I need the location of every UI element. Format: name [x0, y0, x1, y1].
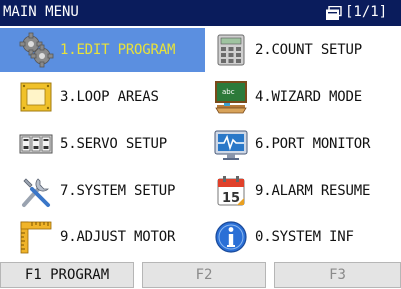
menu-item-label: 9.ALARM RESUME	[255, 183, 371, 199]
menu-item-label: 5.SERVO SETUP	[60, 136, 167, 152]
menu-item-label: 3.LOOP AREAS	[60, 89, 159, 105]
page-indicator: [1/1]	[345, 4, 388, 20]
menu-item-wizard-mode[interactable]: abc 4.WIZARD MODE	[205, 75, 401, 119]
blackboard-icon: abc	[215, 81, 247, 114]
calculator-icon	[217, 34, 245, 66]
svg-text:abc: abc	[222, 88, 235, 96]
menu-item-label: 9.ADJUST MOTOR	[60, 229, 176, 245]
page-icon	[326, 6, 342, 20]
menu-item-label: 1.EDIT PROGRAM	[60, 42, 176, 58]
menu-item-label: 6.PORT MONITOR	[255, 136, 371, 152]
title-bar: MAIN MENU [1/1]	[0, 0, 401, 26]
menu-item-count-setup[interactable]: 2.COUNT SETUP	[205, 28, 401, 72]
f3-button[interactable]: F3	[274, 262, 401, 288]
info-icon	[215, 221, 247, 253]
calendar-icon: 15	[217, 176, 245, 206]
loop-frame-icon	[20, 82, 52, 112]
f2-button[interactable]: F2	[142, 262, 266, 288]
menu-item-loop-areas[interactable]: 3.LOOP AREAS	[0, 75, 205, 119]
menu-item-edit-program[interactable]: 1.EDIT PROGRAM	[0, 28, 205, 72]
menu-item-system-setup[interactable]: 7.SYSTEM SETUP	[0, 169, 205, 213]
menu-item-port-monitor[interactable]: 6.PORT MONITOR	[205, 122, 401, 166]
f1-program-button[interactable]: F1 PROGRAM	[0, 262, 134, 288]
gears-icon	[19, 32, 54, 68]
menu-item-label: 4.WIZARD MODE	[255, 89, 362, 105]
tools-icon	[22, 178, 50, 207]
ruler-icon	[20, 221, 52, 254]
function-key-bar: F1 PROGRAM F2 F3	[0, 260, 401, 289]
monitor-wave-icon	[214, 130, 248, 160]
menu-item-servo-setup[interactable]: 5.SERVO SETUP	[0, 122, 205, 166]
menu-item-label: 7.SYSTEM SETUP	[60, 183, 176, 199]
calendar-day-text: 15	[222, 191, 240, 206]
menu-item-label: 2.COUNT SETUP	[255, 42, 362, 58]
menu-item-label: 0.SYSTEM INF	[255, 229, 354, 245]
menu-item-alarm-resume[interactable]: 15 9.ALARM RESUME	[205, 169, 401, 213]
main-menu: 1.EDIT PROGRAM 2.COUNT SETUP 3.LOOP AREA…	[0, 26, 401, 258]
window-title: MAIN MENU	[3, 4, 79, 20]
menu-item-system-inf[interactable]: 0.SYSTEM INF	[205, 215, 401, 259]
menu-item-adjust-motor[interactable]: 9.ADJUST MOTOR	[0, 215, 205, 259]
servo-drives-icon	[19, 134, 53, 154]
